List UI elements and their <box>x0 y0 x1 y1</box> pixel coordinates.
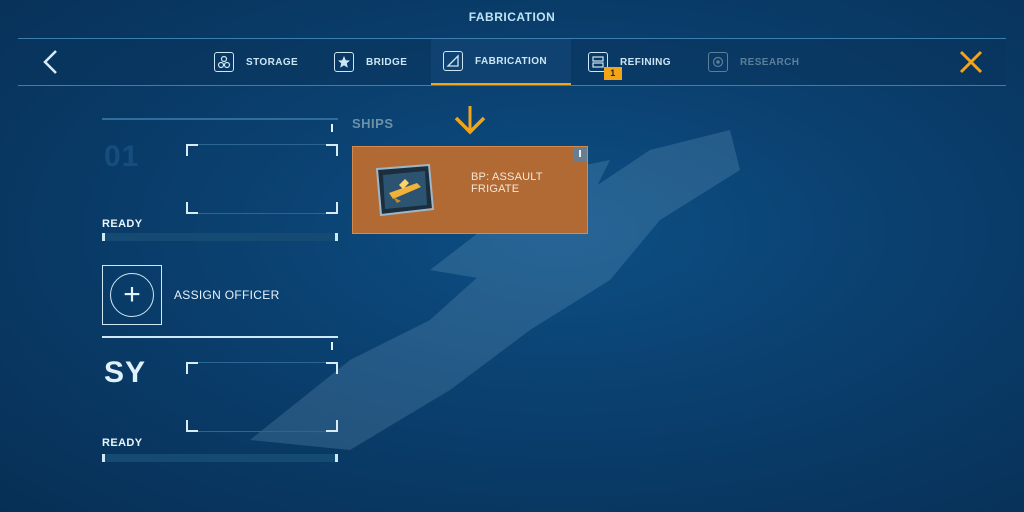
page-title: FABRICATION <box>468 10 556 24</box>
slot-status: READY <box>102 437 143 449</box>
chevron-down-arrow-icon <box>454 106 486 135</box>
back-button[interactable] <box>40 49 64 75</box>
tab-fabrication[interactable]: FABRICATION <box>431 39 571 85</box>
assign-officer-box: + <box>102 265 162 325</box>
info-tag-icon <box>573 147 587 161</box>
research-icon <box>708 52 728 72</box>
fabrication-slot-01[interactable]: 01 READY <box>102 118 338 241</box>
tab-refining-label: REFINING <box>620 56 671 68</box>
fabrication-slot-sy[interactable]: SY READY <box>102 338 338 462</box>
star-icon <box>334 52 354 72</box>
tab-research[interactable]: RESEARCH <box>708 39 799 85</box>
fabrication-icon <box>443 51 463 71</box>
close-icon <box>959 50 983 74</box>
tab-bridge[interactable]: BRIDGE <box>334 39 407 85</box>
slot-progress-bar <box>102 454 338 462</box>
slot-marker <box>331 342 333 350</box>
slot-status: READY <box>102 218 143 230</box>
tab-fabrication-label: FABRICATION <box>475 55 547 67</box>
close-button[interactable] <box>958 49 984 75</box>
tab-refining[interactable]: REFINING 1 <box>588 39 671 85</box>
top-nav-bar: STORAGE BRIDGE FABRICATION REFINING 1 RE… <box>18 38 1006 86</box>
tab-storage-label: STORAGE <box>246 56 299 68</box>
blueprint-name-line2: FRIGATE <box>471 183 520 195</box>
assign-officer-label: ASSIGN OFFICER <box>174 288 280 302</box>
tab-storage[interactable]: STORAGE <box>214 39 298 85</box>
slot-divider <box>102 118 338 120</box>
blueprint-card[interactable]: BP: ASSAULT FRIGATE <box>352 146 588 234</box>
slot-frame <box>186 144 338 214</box>
slot-progress-bar <box>102 233 338 241</box>
tab-bridge-label: BRIDGE <box>366 56 408 68</box>
slot-number: 01 <box>104 140 140 173</box>
storage-icon <box>214 52 234 72</box>
notification-badge: 1 <box>604 67 622 80</box>
plus-icon: + <box>110 273 154 317</box>
ships-section-title: SHIPS <box>352 116 394 131</box>
chevron-left-icon <box>43 50 57 74</box>
assign-officer-button[interactable]: + ASSIGN OFFICER <box>102 265 280 325</box>
slot-number: SY <box>104 356 147 389</box>
slot-frame <box>186 362 338 432</box>
blueprint-name: BP: ASSAULT FRIGATE <box>471 171 543 195</box>
slot-marker <box>331 124 333 132</box>
tab-research-label: RESEARCH <box>740 56 800 68</box>
blueprint-name-line1: BP: ASSAULT <box>471 171 543 183</box>
blueprint-icon <box>375 163 435 217</box>
